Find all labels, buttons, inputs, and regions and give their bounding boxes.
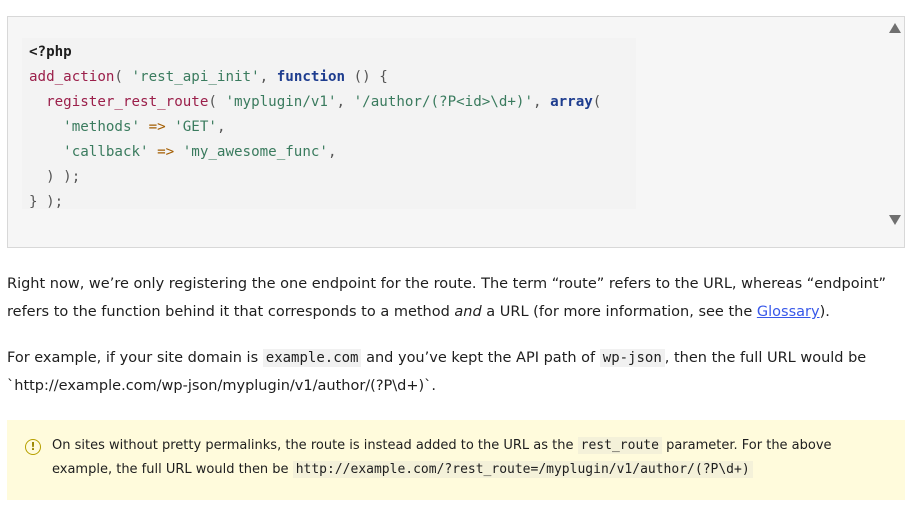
code-line: ) ); xyxy=(29,165,601,190)
code-token: 'my_awesome_func' xyxy=(182,144,328,160)
code-token: ) ); xyxy=(29,169,81,185)
horizontal-scrollbar[interactable] xyxy=(8,229,904,458)
scroll-up-arrow-icon[interactable] xyxy=(889,23,901,33)
vertical-scrollbar[interactable] xyxy=(886,17,904,247)
code-token: 'myplugin/v1' xyxy=(225,94,337,110)
code-token: ( xyxy=(114,69,132,85)
code-token: => xyxy=(148,144,183,160)
code-token: function xyxy=(276,69,346,85)
inline-code-rest-route: rest_route xyxy=(577,437,662,454)
code-token: () { xyxy=(345,69,388,85)
code-token: 'methods' xyxy=(29,119,141,135)
paragraph-example-url: For example, if your site domain is exam… xyxy=(7,349,867,394)
code-line: 'callback' => 'my_awesome_func', xyxy=(29,140,601,165)
code-token: ( xyxy=(592,94,602,110)
code-line: 'methods' => 'GET', xyxy=(29,115,601,140)
info-icon: ! xyxy=(25,439,41,455)
code-token: array xyxy=(550,94,593,110)
inline-code-api-path: wp-json xyxy=(599,349,665,367)
code-token: register_rest_route xyxy=(29,94,209,110)
code-token: 'GET' xyxy=(174,119,217,135)
code-token: , xyxy=(216,119,226,135)
code-line: } ); xyxy=(29,190,601,215)
code-token: } ); xyxy=(29,194,64,210)
code-token: , xyxy=(532,94,551,110)
code-token: , xyxy=(327,144,337,160)
code-token: 'callback' xyxy=(29,144,149,160)
paragraph-route-endpoint: Right now, we’re only registering the on… xyxy=(7,276,887,320)
code-token: => xyxy=(140,119,175,135)
code-token: , xyxy=(336,94,354,110)
code-line: <?php xyxy=(29,40,601,65)
notice-box: ! On sites without pretty permalinks, th… xyxy=(7,420,905,500)
code-token: <?php xyxy=(29,44,72,60)
code-token: ( xyxy=(208,94,226,110)
code-line: add_action( 'rest_api_init', function ()… xyxy=(29,65,601,90)
php-code: <?php add_action( 'rest_api_init', functi… xyxy=(29,40,601,215)
glossary-link[interactable]: Glossary xyxy=(757,304,820,320)
scroll-down-arrow-icon[interactable] xyxy=(889,215,901,225)
code-token: '/author/(?P<id>\d+)' xyxy=(353,94,533,110)
inline-code-full-url: http://example.com/?rest_route=/myplugin… xyxy=(292,461,753,478)
code-token: 'rest_api_init' xyxy=(131,69,260,85)
code-token: add_action xyxy=(29,69,115,85)
inline-code-domain: example.com xyxy=(262,349,362,367)
emphasis-and: and xyxy=(454,304,482,320)
code-block: <?php add_action( 'rest_api_init', functi… xyxy=(7,16,905,458)
code-token: , xyxy=(259,69,277,85)
code-line: register_rest_route( 'myplugin/v1', '/au… xyxy=(29,90,601,115)
